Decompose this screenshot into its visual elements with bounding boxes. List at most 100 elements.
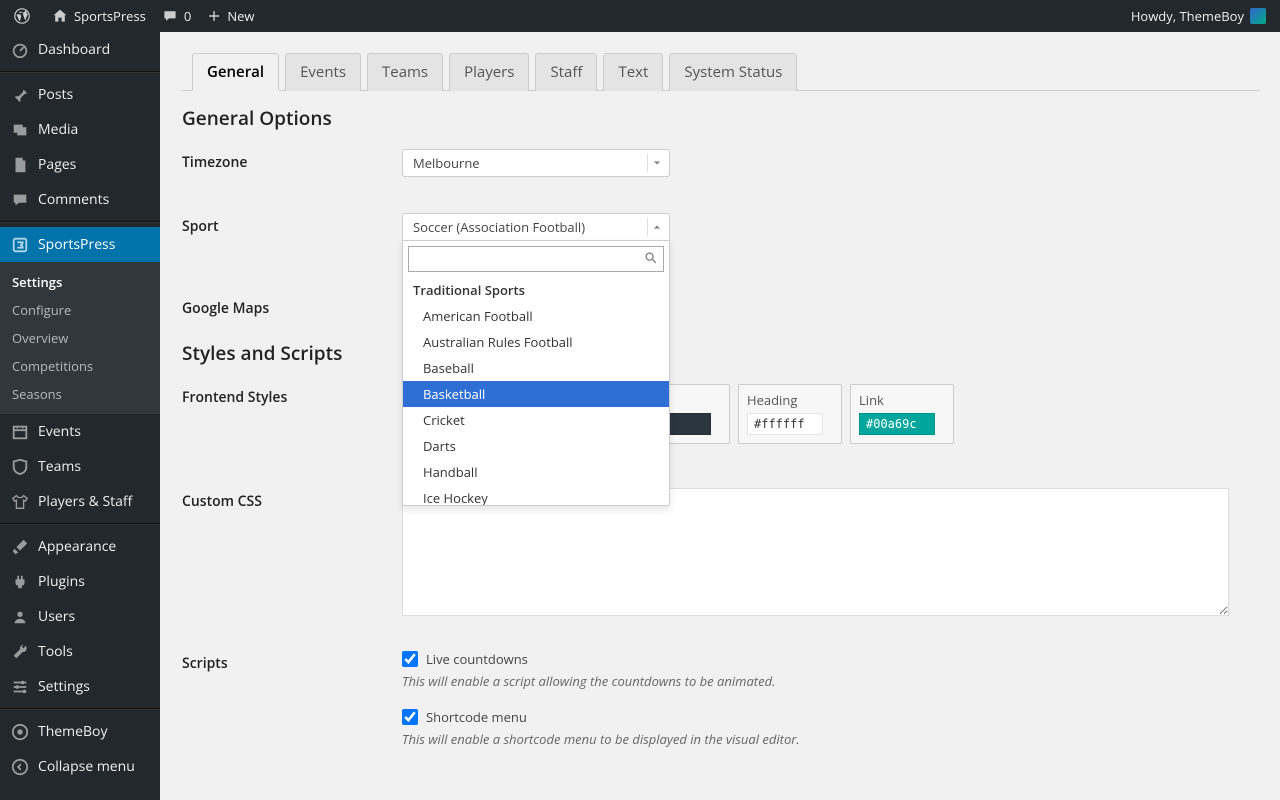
shortcode-menu-checkbox[interactable] [402,709,418,725]
chevron-down-icon [647,154,665,172]
site-name-menu[interactable]: SportsPress [44,0,154,32]
chevron-up-icon [647,218,665,236]
submenu-competitions[interactable]: Competitions [0,352,160,380]
label-custom-css: Custom CSS [182,488,402,511]
menu-appearance[interactable]: Appearance [0,529,160,564]
label-frontend-styles: Frontend Styles [182,384,402,407]
menu-pages[interactable]: Pages [0,147,160,182]
sport-option[interactable]: Darts [403,433,669,459]
swatch-heading: Heading [738,384,842,444]
tab-system-status[interactable]: System Status [669,53,797,91]
themeboy-icon [10,723,30,741]
label-google-maps: Google Maps [182,295,402,318]
menu-posts[interactable]: Posts [0,77,160,112]
sport-option[interactable]: Cricket [403,407,669,433]
account-menu[interactable]: Howdy, ThemeBoy [1123,0,1274,32]
menu-comments[interactable]: Comments [0,182,160,217]
live-countdowns-checkbox[interactable] [402,651,418,667]
admin-toolbar: SportsPress 0 New Howdy, ThemeBoy [0,0,1280,32]
comments-menu[interactable]: 0 [154,0,199,32]
howdy-text: Howdy, ThemeBoy [1131,7,1244,25]
plus-icon [207,9,221,23]
sport-option[interactable]: Australian Rules Football [403,329,669,355]
comments-count: 0 [184,7,191,25]
plug-icon [10,573,30,591]
shortcode-menu-help: This will enable a shortcode menu to be … [402,730,1229,748]
sport-value: Soccer (Association Football) [413,218,585,236]
submenu-sportspress: Settings Configure Overview Competitions… [0,262,160,414]
menu-themeboy[interactable]: ThemeBoy [0,714,160,749]
media-icon [10,121,30,139]
menu-players-staff[interactable]: Players & Staff [0,484,160,519]
swatch-label: Heading [747,391,833,409]
label-scripts: Scripts [182,650,402,673]
tab-general[interactable]: General [192,53,279,91]
live-countdowns-label: Live countdowns [426,650,528,668]
menu-settings[interactable]: Settings [0,669,160,704]
submenu-seasons[interactable]: Seasons [0,380,160,408]
collapse-menu[interactable]: Collapse menu [0,749,160,784]
separator [0,71,160,73]
tab-events[interactable]: Events [285,53,361,91]
timezone-value: Melbourne [413,154,480,172]
tab-teams[interactable]: Teams [367,53,443,91]
sport-option[interactable]: American Football [403,303,669,329]
sport-option[interactable]: Handball [403,459,669,485]
separator [0,221,160,223]
sport-option[interactable]: Ice Hockey [403,485,669,505]
timezone-select[interactable]: Melbourne [402,149,670,177]
tshirt-icon [10,493,30,511]
separator [0,523,160,525]
live-countdowns-help: This will enable a script allowing the c… [402,672,1229,690]
menu-sportspress[interactable]: SportsPress [0,227,160,262]
menu-tools[interactable]: Tools [0,634,160,669]
sport-group-label: Traditional Sports [403,277,669,303]
user-icon [10,608,30,626]
swatch-link-input[interactable] [859,413,935,435]
home-icon [52,8,68,24]
submenu-overview[interactable]: Overview [0,324,160,352]
submenu-settings[interactable]: Settings [0,268,160,296]
site-name: SportsPress [74,7,146,25]
menu-events[interactable]: Events [0,414,160,449]
menu-media[interactable]: Media [0,112,160,147]
main-content: General Events Teams Players Staff Text … [160,32,1280,800]
tab-text[interactable]: Text [603,53,663,91]
wp-logo-menu[interactable] [6,0,44,32]
comment-icon [10,191,30,209]
gauge-icon [10,41,30,59]
wordpress-icon [14,8,30,24]
search-icon [644,251,658,269]
calendar-icon [10,423,30,441]
admin-sidebar: Dashboard Posts Media Pages Comments Spo… [0,32,160,800]
heading-general-options: General Options [182,105,1260,131]
sport-select[interactable]: Soccer (Association Football) [402,213,670,241]
comment-icon [162,8,178,24]
sport-options-list: Traditional Sports American Football Aus… [403,277,669,505]
label-timezone: Timezone [182,149,402,172]
avatar [1250,8,1266,24]
tab-staff[interactable]: Staff [535,53,597,91]
submenu-configure[interactable]: Configure [0,296,160,324]
sport-option[interactable]: Baseball [403,355,669,381]
swatch-heading-input[interactable] [747,413,823,435]
collapse-icon [10,758,30,776]
pin-icon [10,86,30,104]
sliders-icon [10,678,30,696]
menu-plugins[interactable]: Plugins [0,564,160,599]
menu-dashboard[interactable]: Dashboard [0,32,160,67]
menu-users[interactable]: Users [0,599,160,634]
new-content-menu[interactable]: New [199,0,262,32]
new-label: New [227,7,254,25]
separator [0,708,160,710]
sport-option-highlighted[interactable]: Basketball [403,381,669,407]
sport-dropdown: Traditional Sports American Football Aus… [402,240,670,506]
swatch-link: Link [850,384,954,444]
menu-teams[interactable]: Teams [0,449,160,484]
wrench-icon [10,643,30,661]
sportspress-icon [10,236,30,254]
shield-icon [10,458,30,476]
sport-search-input[interactable] [408,246,664,272]
custom-css-textarea[interactable] [402,488,1229,616]
tab-players[interactable]: Players [449,53,529,91]
